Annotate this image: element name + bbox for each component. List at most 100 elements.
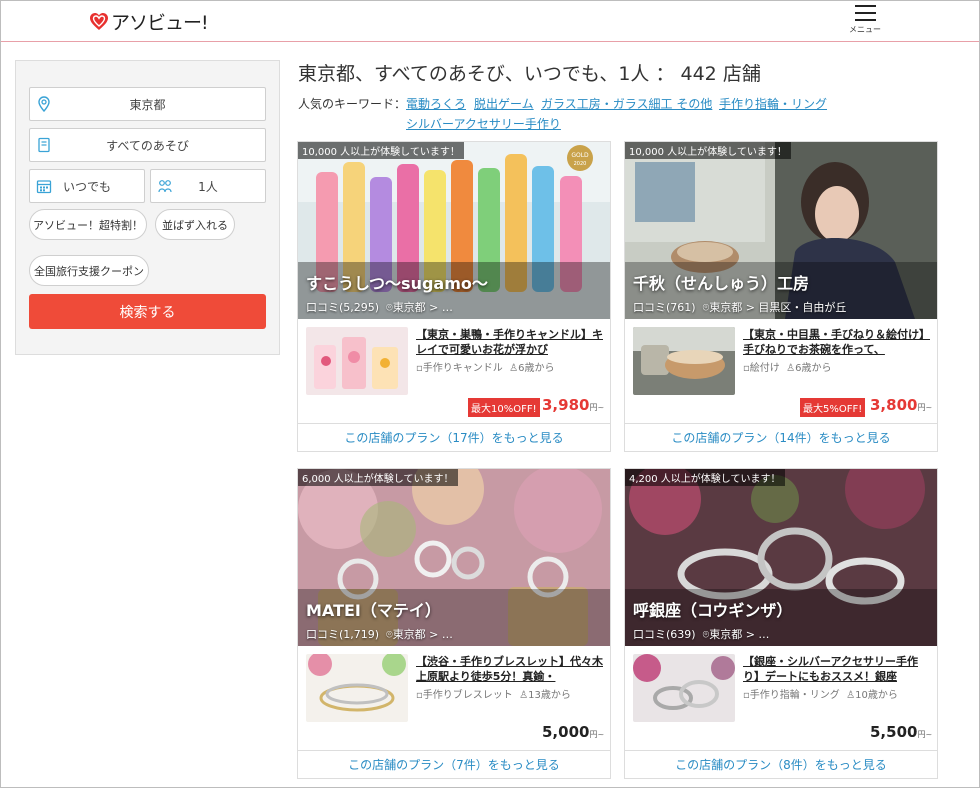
more-plans-link[interactable]: この店舗のプラン（17件）をもっと見る	[298, 423, 610, 451]
shop-area: 東京都 > …	[709, 628, 770, 641]
keyword-link[interactable]: ガラス工房・ガラス細工 その他	[541, 95, 712, 112]
review-count: 口コミ(5,295)	[306, 301, 380, 314]
menu-label: メニュー	[849, 25, 881, 34]
plan-title[interactable]: 【東京・中目黒・手びねり＆絵付け】手びねりでお茶碗を作って、	[743, 327, 931, 359]
experience-badge: 10,000 人以上が体験しています！	[298, 142, 464, 159]
shop-name[interactable]: 千秋（せんしゅう）工房	[633, 270, 809, 294]
category-value: すべてのあそび	[106, 138, 189, 153]
plan-title[interactable]: 【東京・巣鴨・手作りキャンドル】キレイで可愛いお花が浮かび	[416, 327, 604, 359]
person-icon: ♙	[509, 363, 519, 374]
experience-badge: 10,000 人以上が体験しています！	[625, 142, 791, 159]
gold-award-label: GOLD	[571, 152, 589, 159]
shop-area: 東京都 > 目黒区・自由が丘	[709, 301, 847, 314]
page: アソビュー! メニュー 東京都 すべてのあそび いつでも 1人 アソビュー！超特…	[0, 0, 980, 788]
chip-super-sale[interactable]: アソビュー！超特割！	[29, 209, 147, 240]
plan-thumbnail[interactable]	[306, 654, 408, 722]
logo[interactable]: アソビュー!	[89, 8, 209, 35]
more-plans-link[interactable]: この店舗のプラン（8件）をもっと見る	[625, 750, 937, 778]
logo-text: アソビュー!	[111, 12, 209, 34]
shop-name[interactable]: すこうしつ〜sugamo〜	[306, 270, 488, 294]
menu-button[interactable]: メニュー	[847, 5, 883, 35]
price-unit: 円~	[917, 730, 933, 739]
page-title: 東京都、すべてのあそび、いつでも、1人 ： 442 店舗	[298, 63, 761, 85]
plan-thumbnail[interactable]	[633, 654, 735, 722]
discount-badge: 最大10%OFF!	[468, 398, 540, 417]
plan-age: 13歳から	[528, 690, 571, 701]
shop-card[interactable]: 4,200 人以上が体験しています！ 呼銀座（コウギンザ） 口コミ(639) ⌾…	[624, 468, 938, 779]
keyword-link[interactable]: 電動ろくろ	[406, 95, 466, 112]
plan-title[interactable]: 【渋谷・手作りブレスレット】代々木上原駅より徒歩5分！真鍮・	[416, 654, 604, 686]
keywords-label: 人気のキーワード：	[298, 97, 407, 111]
people-icon	[158, 180, 172, 193]
plan-meta: ▫絵付け ♙6歳から	[743, 359, 831, 374]
people-field[interactable]: 1人	[150, 169, 266, 203]
hamburger-icon	[854, 5, 876, 21]
review-row: 口コミ(5,295) ⌾東京都 > …	[306, 299, 453, 315]
tag-icon: ▫	[416, 363, 423, 374]
review-row: 口コミ(1,719) ⌾東京都 > …	[306, 626, 453, 642]
date-field[interactable]: いつでも	[29, 169, 145, 203]
more-plans-link[interactable]: この店舗のプラン（14件）をもっと見る	[625, 423, 937, 451]
location-value: 東京都	[129, 97, 166, 112]
calendar-icon	[36, 180, 52, 194]
plan-meta: ▫手作りキャンドル ♙6歳から	[416, 359, 554, 374]
price-unit: 円~	[589, 730, 605, 739]
chip-no-queue[interactable]: 並ばず入れる	[155, 209, 235, 240]
shop-card[interactable]: GOLD 2020 10,000 人以上が体験しています！ すこうしつ〜suga…	[297, 141, 611, 452]
person-icon: ♙	[786, 363, 796, 374]
book-icon	[38, 137, 50, 153]
search-button[interactable]: 検索する	[29, 294, 266, 329]
shop-image[interactable]: 10,000 人以上が体験しています！ 千秋（せんしゅう）工房 口コミ(761)…	[625, 142, 937, 319]
tag-icon: ▫	[743, 363, 750, 374]
search-panel: 東京都 すべてのあそび いつでも 1人 アソビュー！超特割！ 並ばず入れる 全国…	[15, 60, 280, 355]
shop-name[interactable]: MATEI（マテイ）	[306, 597, 441, 621]
shop-name[interactable]: 呼銀座（コウギンザ）	[633, 597, 792, 621]
price: 3,800円~	[870, 396, 933, 414]
review-row: 口コミ(761) ⌾東京都 > 目黒区・自由が丘	[633, 299, 846, 315]
category-field[interactable]: すべてのあそび	[29, 128, 266, 162]
map-pin-icon	[38, 96, 50, 112]
shop-area: 東京都 > …	[392, 628, 453, 641]
heart-logo-icon	[90, 12, 108, 30]
review-row: 口コミ(639) ⌾東京都 > …	[633, 626, 769, 642]
location-field[interactable]: 東京都	[29, 87, 266, 121]
gold-award-year: 2020	[574, 161, 587, 167]
shop-image[interactable]: GOLD 2020 10,000 人以上が体験しています！ すこうしつ〜suga…	[298, 142, 610, 319]
rings-image	[633, 654, 735, 722]
review-count: 口コミ(761)	[633, 301, 696, 314]
shop-image[interactable]: 4,200 人以上が体験しています！ 呼銀座（コウギンザ） 口コミ(639) ⌾…	[625, 469, 937, 646]
plan-category: 手作りキャンドル	[422, 363, 503, 374]
price: 5,000円~	[542, 723, 605, 741]
price-unit: 円~	[917, 403, 933, 412]
shop-image[interactable]: 6,000 人以上が体験しています！ MATEI（マテイ） 口コミ(1,719)…	[298, 469, 610, 646]
chip-travel-coupon[interactable]: 全国旅行支援クーポン	[29, 255, 149, 286]
plan-age: 10歳から	[855, 690, 898, 701]
plan-meta: ▫手作りブレスレット ♙13歳から	[416, 686, 571, 701]
price: 5,500円~	[870, 723, 933, 741]
keyword-link[interactable]: シルバーアクセサリー手作り	[406, 115, 561, 132]
experience-badge: 4,200 人以上が体験しています！	[625, 469, 785, 486]
person-icon: ♙	[846, 690, 856, 701]
bracelet-image	[306, 654, 408, 722]
discount-badge: 最大5%OFF!	[800, 398, 866, 417]
tag-icon: ▫	[743, 690, 750, 701]
more-plans-link[interactable]: この店舗のプラン（7件）をもっと見る	[298, 750, 610, 778]
price: 3,980円~	[542, 396, 605, 414]
plan-age: 6歳から	[518, 363, 555, 374]
location-pin-icon: ⌾	[386, 628, 393, 641]
plan-category: 絵付け	[749, 363, 780, 374]
plan-title[interactable]: 【銀座・シルバーアクセサリー手作り】デートにもおススメ！銀座	[743, 654, 931, 686]
plan-category: 手作りブレスレット	[422, 690, 513, 701]
candle-image	[306, 327, 408, 395]
shop-card[interactable]: 6,000 人以上が体験しています！ MATEI（マテイ） 口コミ(1,719)…	[297, 468, 611, 779]
review-count: 口コミ(1,719)	[306, 628, 380, 641]
keyword-link[interactable]: 手作り指輪・リング	[719, 95, 827, 112]
plan-thumbnail[interactable]	[306, 327, 408, 395]
location-pin-icon: ⌾	[386, 301, 393, 314]
plan-age: 6歳から	[795, 363, 832, 374]
shop-card[interactable]: 10,000 人以上が体験しています！ 千秋（せんしゅう）工房 口コミ(761)…	[624, 141, 938, 452]
tea-bowl-image	[633, 327, 735, 395]
keyword-link[interactable]: 脱出ゲーム	[474, 95, 534, 112]
plan-meta: ▫手作り指輪・リング ♙10歳から	[743, 686, 898, 701]
plan-thumbnail[interactable]	[633, 327, 735, 395]
